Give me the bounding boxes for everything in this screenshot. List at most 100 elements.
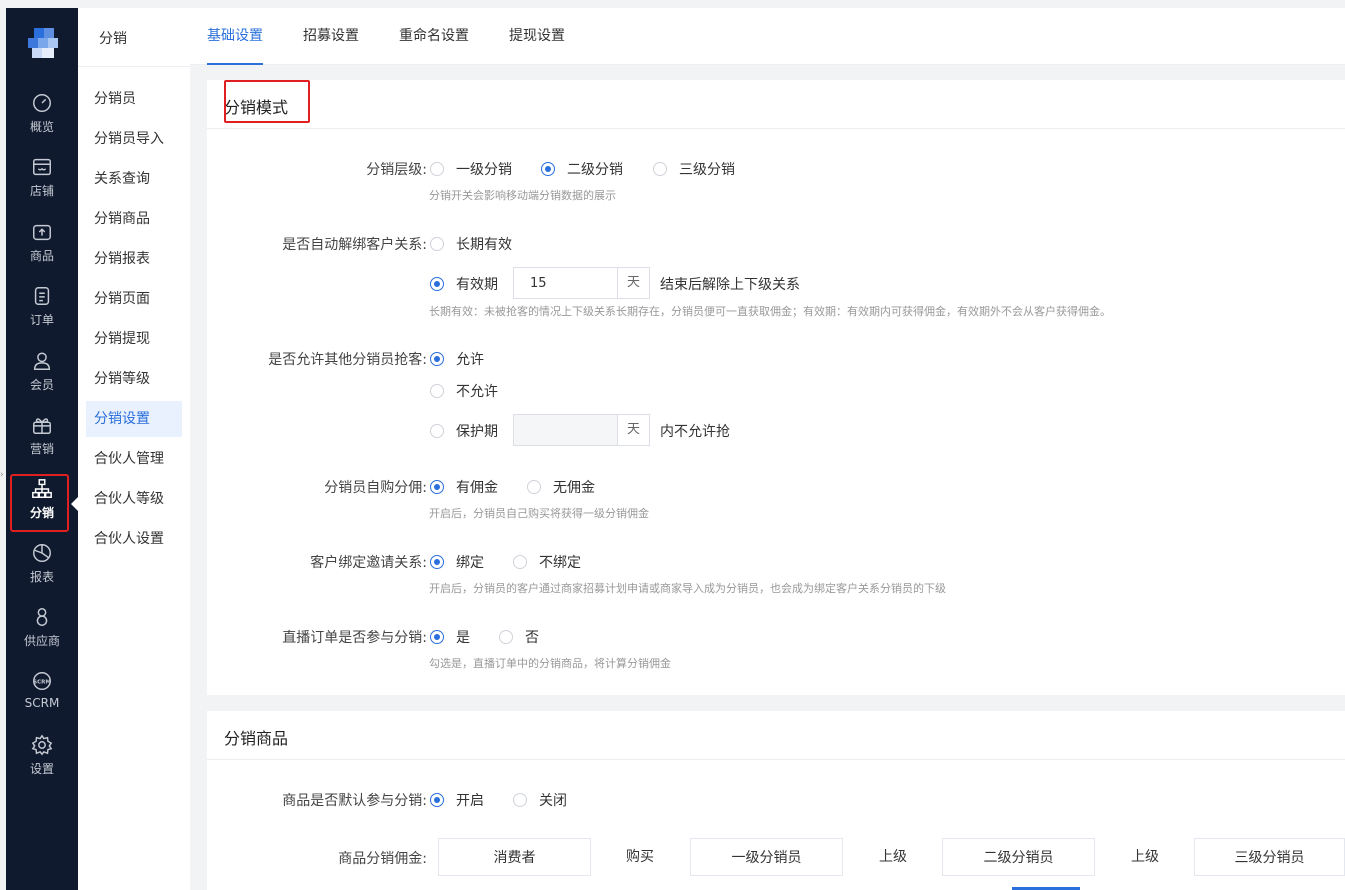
radio-grab-deny[interactable]: 不允许 [430,381,498,401]
nav-member-label: 会员 [29,378,54,392]
radio-bind-no[interactable]: 不绑定 [513,552,581,572]
radio-label: 二级分销 [567,162,623,178]
active-nav-pointer [71,497,78,511]
commission-upper-text-1: 上级 [879,849,907,865]
nav-overview[interactable]: 概览 [6,92,78,148]
gift-icon [33,418,51,434]
subnav-item-pages[interactable]: 分销页面 [86,281,182,317]
radio-grab-allow[interactable]: 允许 [430,349,484,369]
collapse-arrow-icon[interactable]: › [0,470,4,480]
radio-label: 关闭 [539,793,567,809]
radio-default-join-off[interactable]: 关闭 [513,790,567,810]
radio-dot [430,162,444,176]
radio-dot [527,480,541,494]
gear-icon [31,734,53,756]
bind-invite-label: 客户绑定邀请关系: [310,555,427,571]
bind-invite-hint: 开启后，分销员的客户通过商家招募计划申请或商家导入成为分销员，也会成为绑定客户关… [429,582,946,595]
subnav-item-distributors[interactable]: 分销员 [86,81,182,117]
pie-chart-icon [33,544,51,562]
radio-self-buy-yes[interactable]: 有佣金 [430,477,498,497]
nav-order-label: 订单 [29,313,54,327]
commission-consumer-cell: 消费者 [438,838,591,876]
radio-label: 否 [525,630,539,646]
commission-level1-cell: 一级分销员 [690,838,843,876]
radio-dot [513,555,527,569]
radio-dot [430,793,444,807]
nav-product[interactable]: 商品 [6,221,78,277]
subnav-item-levels[interactable]: 分销等级 [86,361,182,397]
card-header: 分销模式 [207,80,1345,129]
nav-settings-label: 设置 [29,762,54,776]
nav-supplier[interactable]: 供应商 [6,606,78,662]
default-join-label: 商品是否默认参与分销: [282,793,427,809]
product-icon [33,224,51,241]
radio-default-join-on[interactable]: 开启 [430,790,484,810]
radio-grab-protect[interactable]: 保护期 [430,421,498,441]
radio-label: 三级分销 [679,162,735,178]
radio-label: 有佣金 [456,480,498,496]
nav-marketing[interactable]: 营销 [6,414,78,470]
subnav-item-reports[interactable]: 分销报表 [86,241,182,277]
subnav-item-partner-manage[interactable]: 合伙人管理 [86,441,182,477]
self-buy-hint: 开启后，分销员自己购买将获得一级分销佣金 [429,507,649,520]
unbind-days-suffix: 天 [617,268,649,298]
app-logo[interactable] [26,26,60,60]
dashboard-icon [33,94,51,112]
nav-settings[interactable]: 设置 [6,734,78,790]
radio-unbind-long[interactable]: 长期有效 [430,234,512,254]
subnav-divider [78,66,190,67]
tab-basic-settings[interactable]: 基础设置 [207,8,263,65]
unbind-after-text: 结束后解除上下级关系 [660,277,800,293]
commission-level3-cell: 三级分销员 [1194,838,1345,876]
protect-days-input[interactable]: 天 [513,414,650,446]
radio-dot [430,352,444,366]
radio-bind-yes[interactable]: 绑定 [430,552,484,572]
radio-live-yes[interactable]: 是 [430,627,470,647]
nav-member[interactable]: 会员 [6,350,78,406]
tab-withdraw-settings[interactable]: 提现设置 [509,8,565,65]
tab-bar: 基础设置 招募设置 重命名设置 提现设置 [190,8,1345,65]
unbind-hint: 长期有效：未被抢客的情况上下级关系长期存在，分销员便可一直获取佣金；有效期：有效… [429,305,1111,318]
subnav-item-partner-levels[interactable]: 合伙人等级 [86,481,182,517]
scrm-icon: SCRM [33,672,51,690]
nav-scrm[interactable]: SCRM SCRM [6,670,78,726]
radio-level-1[interactable]: 一级分销 [430,159,512,179]
radio-dot [430,480,444,494]
subnav-item-settings[interactable]: 分销设置 [86,401,182,437]
subnav-item-partner-settings[interactable]: 合伙人设置 [86,521,182,557]
radio-label: 开启 [456,793,484,809]
radio-label: 无佣金 [553,480,595,496]
radio-self-buy-no[interactable]: 无佣金 [527,477,595,497]
radio-level-2[interactable]: 二级分销 [541,159,623,179]
radio-dot [513,793,527,807]
live-hint: 勾选是，直播订单中的分销商品，将计算分销佣金 [429,657,671,670]
radio-label: 不允许 [456,384,498,400]
nav-report[interactable]: 报表 [6,542,78,598]
grab-label: 是否允许其他分销员抢客: [268,352,427,368]
level-label: 分销层级: [366,162,427,178]
subnav-item-products[interactable]: 分销商品 [86,201,182,237]
subnav-item-distributor-import[interactable]: 分销员导入 [86,121,182,157]
radio-unbind-period[interactable]: 有效期 [430,274,498,294]
secondary-sidebar: 分销 分销员 分销员导入 关系查询 分销商品 分销报表 分销页面 分销提现 分销… [78,8,190,890]
radio-label: 有效期 [456,277,498,293]
nav-order[interactable]: 订单 [6,285,78,341]
active-nav-highlight [10,474,69,532]
subnav-item-relation-query[interactable]: 关系查询 [86,161,182,197]
subnav-title: 分销 [99,31,127,47]
tab-recruit-settings[interactable]: 招募设置 [303,8,359,65]
protect-days-suffix: 天 [617,415,649,445]
unbind-days-input[interactable]: 15 天 [513,267,650,299]
radio-live-no[interactable]: 否 [499,627,539,647]
unbind-label: 是否自动解绑客户关系: [282,237,427,253]
subnav-item-withdraw[interactable]: 分销提现 [86,321,182,357]
radio-label: 保护期 [456,424,498,440]
protect-after-text: 内不允许抢 [660,424,730,440]
nav-store[interactable]: 店铺 [6,156,78,212]
distribution-mode-card: 分销模式 分销层级: 一级分销 二级分销 三级分销 分销开关会影响移动端分销数据… [207,80,1345,695]
radio-dot [430,555,444,569]
radio-level-3[interactable]: 三级分销 [653,159,735,179]
nav-store-label: 店铺 [29,184,54,198]
main-icon-sidebar: 概览 店铺 商品 订单 会员 营销 分销 报表 供应商 SCRM SCRM 设置 [6,8,78,890]
tab-rename-settings[interactable]: 重命名设置 [399,8,469,65]
